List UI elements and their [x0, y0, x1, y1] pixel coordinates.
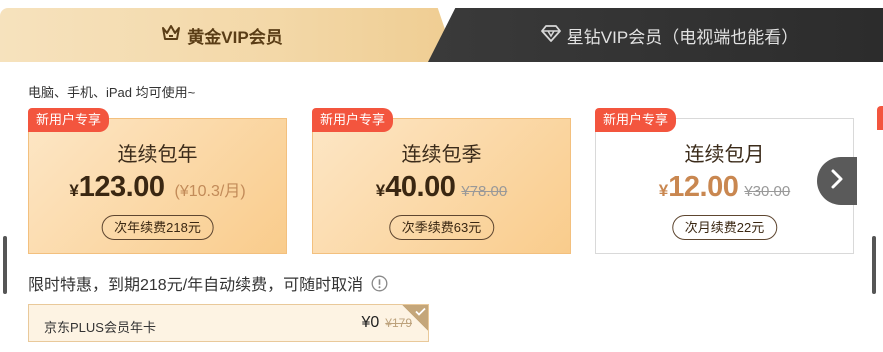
plan-name: 连续包季: [401, 144, 482, 166]
right-scrollbar[interactable]: [872, 236, 876, 294]
plan-name: 连续包年: [117, 144, 198, 166]
info-icon[interactable]: [371, 275, 388, 292]
bundle-current-price: ¥0: [361, 314, 380, 331]
device-subtitle: 电脑、手机、iPad 均可使用~: [28, 85, 196, 100]
plan-price: 123.00: [78, 171, 165, 203]
new-user-badge: 新用户专享: [28, 108, 110, 132]
currency-symbol: ¥: [375, 181, 386, 200]
renew-tag: 次季续费63元: [388, 215, 495, 240]
notice-text: 限时特惠，到期218元/年自动续费，可随时取消: [28, 277, 364, 294]
tab-star-vip-label: 星钻VIP会员（电视端也能看）: [566, 27, 799, 47]
plan-name: 连续包月: [684, 144, 765, 166]
per-month-price: (¥10.3/月): [174, 183, 246, 200]
bundle-name: 京东PLUS会员年卡: [44, 320, 156, 335]
plus-bundle-option[interactable]: 京东PLUS会员年卡 ¥0 ¥179: [28, 304, 429, 342]
auto-renew-notice: 限时特惠，到期218元/年自动续费，可随时取消: [28, 271, 388, 295]
plan-price: 40.00: [385, 171, 456, 203]
left-scrollbar[interactable]: [3, 236, 7, 294]
new-user-badge: 新用户专享: [595, 108, 677, 132]
original-price: ¥78.00: [461, 183, 508, 200]
original-price: ¥30.00: [744, 183, 791, 200]
tab-star-vip[interactable]: 星钻VIP会员（电视端也能看）: [428, 8, 883, 62]
next-card-peek: [877, 106, 883, 130]
currency-symbol: ¥: [69, 181, 79, 200]
plan-card-quarterly[interactable]: 新用户专享 连续包季 ¥40.00 ¥78.00 次季续费63元: [312, 108, 571, 254]
plan-card-yearly[interactable]: 新用户专享 连续包年 ¥123.00 (¥10.3/月) 次年续费218元: [28, 108, 287, 254]
renew-tag: 次年续费218元: [101, 215, 214, 240]
selected-check-icon: [402, 305, 428, 331]
diamond-icon: [540, 24, 561, 47]
tab-gold-vip-label: 黄金VIP会员: [187, 27, 283, 47]
crown-icon: [161, 24, 181, 47]
tab-gold-vip[interactable]: 黄金VIP会员: [0, 8, 456, 62]
price-row: ¥40.00 ¥78.00: [313, 171, 570, 204]
chevron-right-icon: [830, 168, 844, 195]
plan-price: 12.00: [668, 171, 739, 203]
plan-card-monthly[interactable]: 新用户专享 连续包月 ¥12.00 ¥30.00 次月续费22元: [595, 108, 854, 254]
currency-symbol: ¥: [658, 181, 669, 200]
next-plans-button[interactable]: [817, 157, 857, 205]
price-row: ¥123.00 (¥10.3/月): [29, 171, 286, 204]
renew-tag: 次月续费22元: [671, 215, 778, 240]
price-row: ¥12.00 ¥30.00: [596, 171, 853, 204]
new-user-badge: 新用户专享: [312, 108, 394, 132]
